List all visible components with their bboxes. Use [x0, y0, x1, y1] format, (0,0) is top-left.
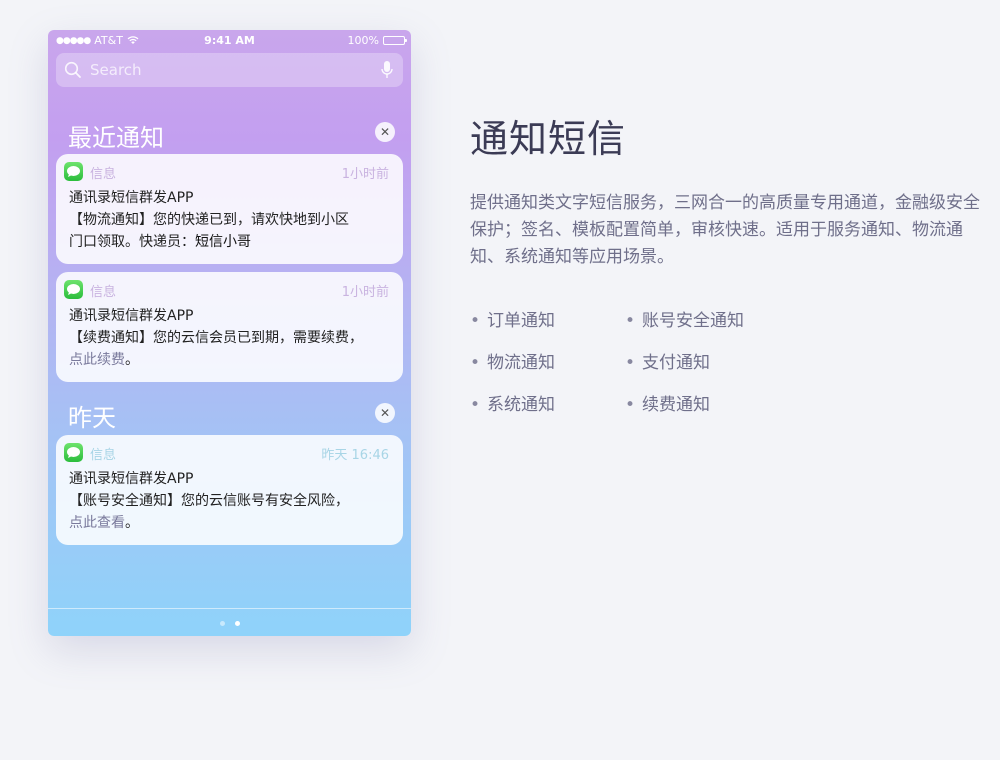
feature-label: 系统通知 [487, 395, 555, 415]
phone-mockup: ●●●●● AT&T 9:41 AM 100% Search 最近通知 ✕ 信息… [48, 30, 411, 636]
notification-message: 【续费通知】您的云信会员已到期，需要续费， [69, 330, 363, 346]
message-end: 。 [125, 352, 139, 368]
feature-label: 物流通知 [487, 353, 555, 373]
renew-link[interactable]: 点此续费 [69, 352, 125, 368]
status-bar: ●●●●● AT&T 9:41 AM 100% [48, 30, 411, 50]
clear-yesterday-button[interactable]: ✕ [375, 403, 395, 423]
bullet-icon: • [470, 311, 481, 331]
notification-card[interactable]: 信息 1小时前 通讯录短信群发APP 【续费通知】您的云信会员已到期，需要续费，… [56, 272, 403, 382]
section-title-yesterday: 昨天 [68, 404, 116, 432]
battery-status: 100% [347, 34, 407, 47]
search-icon [64, 61, 81, 78]
feature-item: • 订单通知 [470, 306, 620, 331]
search-placeholder: Search [90, 61, 142, 79]
description: 提供通知类文字短信服务，三网合一的高质量专用通道，金融级安全保护；签名、模板配置… [470, 193, 980, 267]
feature-label: 续费通知 [642, 395, 710, 415]
page-dot-active[interactable] [234, 621, 240, 626]
notification-time: 1小时前 [341, 167, 389, 182]
courier-name: 短信小哥 [195, 234, 251, 250]
notification-sender: 通讯录短信群发APP [69, 471, 194, 487]
app-name: 信息 [90, 448, 117, 463]
bullet-icon: • [625, 395, 636, 415]
message-text: 门口领取。快递员： [69, 234, 195, 250]
feature-item: • 账号安全通知 [625, 306, 775, 331]
clear-recent-button[interactable]: ✕ [375, 122, 395, 142]
notification-message-cont: 门口领取。快递员：短信小哥 [69, 231, 393, 253]
battery-percent: 100% [347, 34, 379, 47]
notification-body: 通讯录短信群发APP 【物流通知】您的快递已到，请欢快地到小区 门口领取。快递员… [69, 187, 393, 253]
notification-time: 昨天 16:46 [321, 448, 389, 463]
notification-card[interactable]: 信息 1小时前 通讯录短信群发APP 【物流通知】您的快递已到，请欢快地到小区 … [56, 154, 403, 264]
notification-time: 1小时前 [341, 285, 389, 300]
messages-app-icon [64, 280, 83, 299]
feature-label: 账号安全通知 [642, 311, 744, 331]
search-bar[interactable]: Search [56, 53, 403, 87]
notification-message-cont: 点此查看。 [69, 512, 393, 534]
feature-label: 支付通知 [642, 353, 710, 373]
page-dot[interactable] [219, 621, 225, 626]
divider [48, 608, 411, 609]
notification-message-cont: 点此续费。 [69, 349, 393, 371]
message-end: 。 [125, 515, 139, 531]
notification-card[interactable]: 信息 昨天 16:46 通讯录短信群发APP 【账号安全通知】您的云信账号有安全… [56, 435, 403, 545]
feature-item: • 物流通知 [470, 348, 620, 373]
page-indicator[interactable] [48, 621, 411, 626]
messages-app-icon [64, 443, 83, 462]
bullet-icon: • [625, 311, 636, 331]
notification-body: 通讯录短信群发APP 【账号安全通知】您的云信账号有安全风险， 点此查看。 [69, 468, 393, 534]
feature-item: • 系统通知 [470, 390, 620, 415]
notification-body: 通讯录短信群发APP 【续费通知】您的云信会员已到期，需要续费， 点此续费。 [69, 305, 393, 371]
feature-item: • 续费通知 [625, 390, 775, 415]
bullet-icon: • [470, 395, 481, 415]
notification-message: 【物流通知】您的快递已到，请欢快地到小区 [69, 212, 349, 228]
page-title: 通知短信 [470, 117, 627, 161]
view-link[interactable]: 点此查看 [69, 515, 125, 531]
battery-icon [383, 36, 407, 45]
close-icon: ✕ [379, 406, 391, 420]
app-name: 信息 [90, 167, 117, 182]
close-icon: ✕ [379, 125, 391, 139]
notification-sender: 通讯录短信群发APP [69, 308, 194, 324]
notification-sender: 通讯录短信群发APP [69, 190, 194, 206]
messages-app-icon [64, 162, 83, 181]
feature-item: • 支付通知 [625, 348, 775, 373]
microphone-icon[interactable] [381, 60, 393, 80]
section-title-recent: 最近通知 [68, 124, 164, 152]
notification-message: 【账号安全通知】您的云信账号有安全风险， [69, 493, 349, 509]
bullet-icon: • [625, 353, 636, 373]
app-name: 信息 [90, 285, 117, 300]
feature-label: 订单通知 [487, 311, 555, 331]
bullet-icon: • [470, 353, 481, 373]
